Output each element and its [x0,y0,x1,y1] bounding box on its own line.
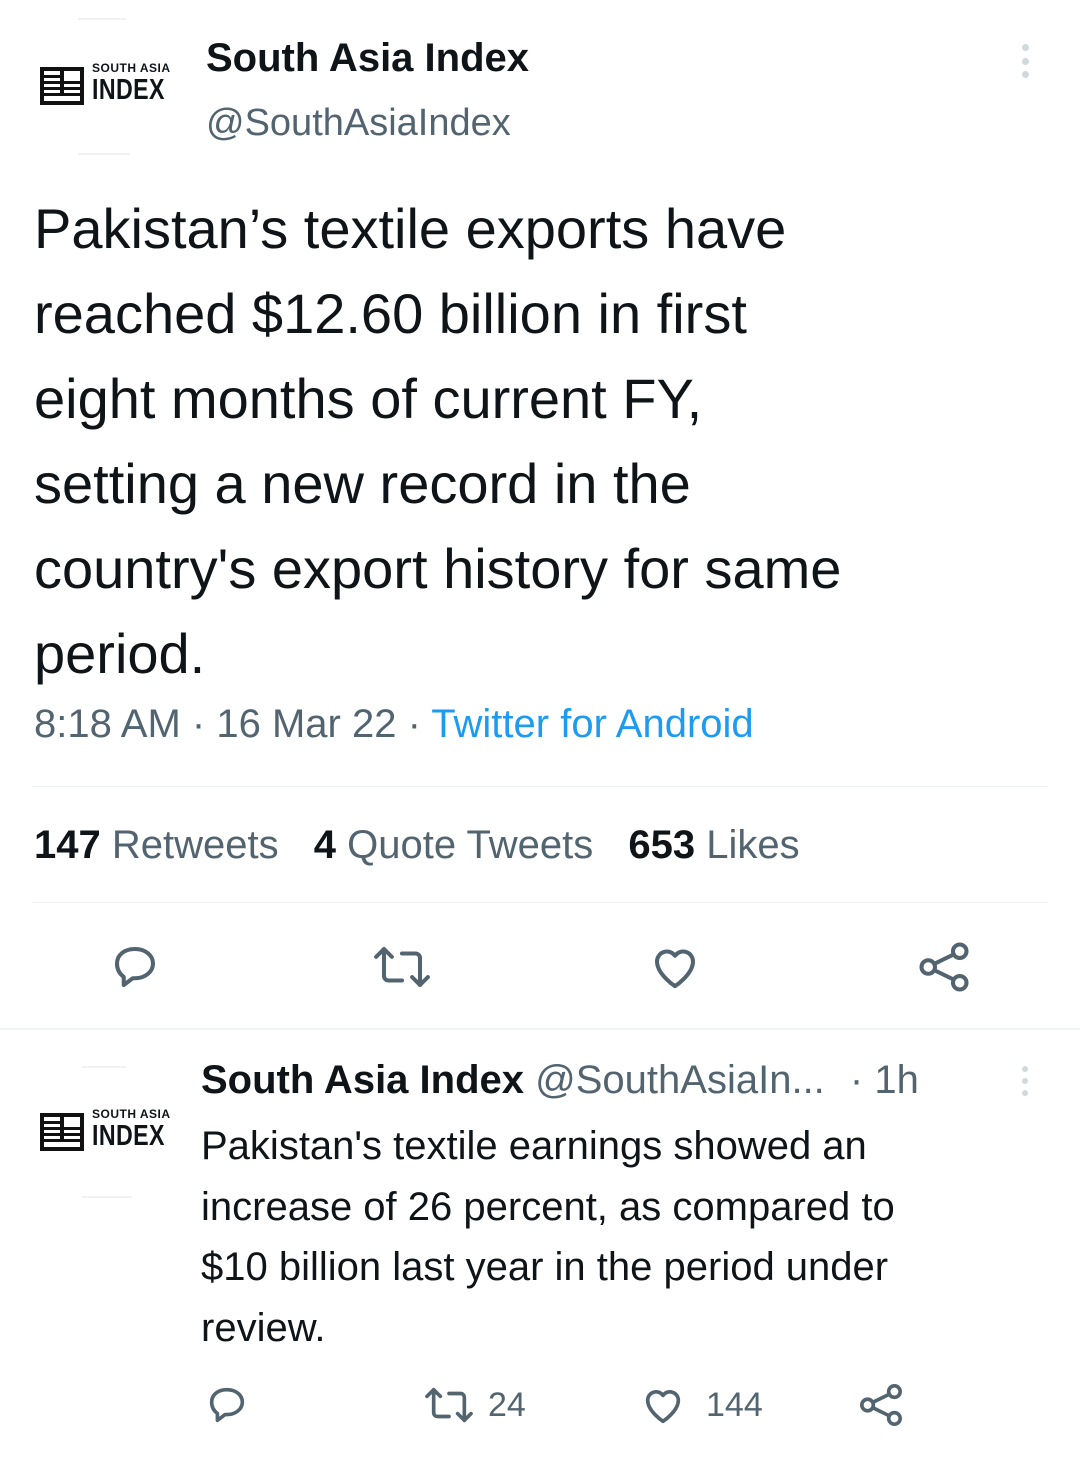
reply-retweet-action[interactable]: 24 [424,1382,526,1428]
share-icon[interactable] [916,940,972,994]
retweets-count: 147 [34,823,101,867]
retweet-icon[interactable] [372,940,432,994]
retweet-icon [425,1387,473,1423]
newspaper-logo-icon [38,64,86,105]
tweet-text: Pakistan’s textile exports have reached … [34,186,1054,696]
tweet-time[interactable]: 8:18 AM [34,702,181,746]
reply-text: Pakistan's textile earnings showed an in… [201,1116,1061,1358]
divider [32,786,1048,787]
reply-retweet-count: 24 [488,1385,526,1424]
logo-line1: SOUTH ASIA [92,61,171,75]
reply-header: South Asia Index @SouthAsiaIn... · 1h [201,1058,919,1103]
reply-time[interactable]: 1h [874,1058,919,1102]
tweet-separator [0,1028,1080,1030]
retweets-label: Retweets [111,823,279,867]
quotes-label: Quote Tweets [347,823,594,867]
tweet-text-line: period. [34,622,206,685]
reply-icon[interactable] [108,940,162,994]
tweet-date[interactable]: 16 Mar 22 [216,702,396,746]
likes-label: Likes [706,823,800,867]
likes-stat[interactable]: 653 Likes [628,823,799,867]
reply-text-line: increase of 26 percent, as compared to [201,1184,895,1229]
reply-like-action[interactable]: 144 [640,1382,763,1428]
divider [32,902,1048,903]
quotes-stat[interactable]: 4 Quote Tweets [314,823,605,867]
tweet-source-link[interactable]: Twitter for Android [431,702,753,746]
tweet-text-line: eight months of current FY, [34,367,703,430]
meta-separator: · [407,702,421,746]
reply-author-handle[interactable]: @SouthAsiaIn... [535,1058,825,1102]
logo-line2: INDEX [92,1120,165,1152]
reply-icon[interactable] [204,1382,250,1428]
logo-line2: INDEX [92,74,165,106]
quotes-count: 4 [313,823,336,867]
more-options-icon[interactable] [1022,1066,1030,1096]
retweets-stat[interactable]: 147 Retweets [34,823,290,867]
tweet-text-line: setting a new record in the [34,452,691,515]
tweet-meta: 8:18 AM · 16 Mar 22 · Twitter for Androi… [34,702,754,747]
meta-separator: · [191,702,206,746]
author-avatar[interactable]: SOUTH ASIA INDEX [38,62,183,105]
tweet-text-line: Pakistan’s textile exports have [34,197,787,260]
reply-text-line: $10 billion last year in the period unde… [201,1245,889,1289]
more-options-icon[interactable] [1022,44,1030,78]
reply-like-count: 144 [706,1385,763,1424]
meta-separator: · [849,1058,864,1102]
author-handle[interactable]: @SouthAsiaIndex [206,102,511,145]
reply-author-name[interactable]: South Asia Index [201,1058,524,1102]
share-icon[interactable] [858,1382,904,1428]
reply-text-line: Pakistan's textile earnings showed an [201,1124,867,1168]
tweet-text-line: country's export history for same [34,537,842,600]
tweet-stats: 147 Retweets 4 Quote Tweets 653 Likes [34,823,800,868]
author-name[interactable]: South Asia Index [206,36,529,81]
like-icon [645,1390,681,1424]
likes-count: 653 [628,823,696,867]
like-icon[interactable] [648,940,702,994]
reply-text-line: review. [201,1305,326,1350]
logo-line1: SOUTH ASIA [92,1107,171,1121]
tweet-text-line: reached $12.60 billion in first [34,282,747,345]
reply-author-avatar[interactable]: SOUTH ASIA INDEX [38,1108,183,1151]
newspaper-logo-icon [38,1110,86,1151]
